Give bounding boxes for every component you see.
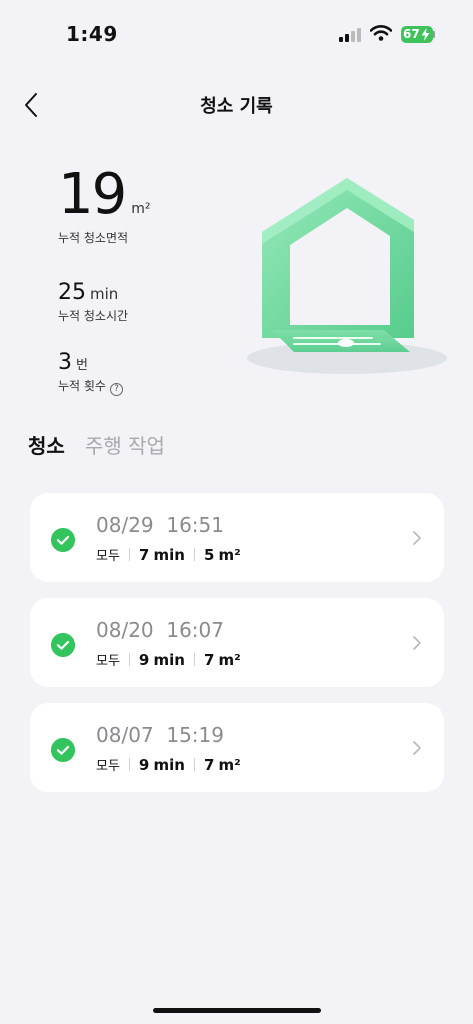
record-meta: 모두 7 min 5 m² bbox=[96, 545, 241, 565]
stat-count: 3번 누적 횟수? bbox=[58, 350, 123, 396]
record-card[interactable]: 08/20 16:07 모두 9 min 7 m² bbox=[30, 598, 444, 687]
separator bbox=[193, 548, 195, 561]
record-duration-unit: min bbox=[153, 650, 185, 669]
record-card[interactable]: 08/29 16:51 모두 7 min 5 m² bbox=[30, 493, 444, 582]
chevron-right-icon bbox=[413, 741, 421, 755]
record-mode: 모두 bbox=[96, 759, 120, 774]
stat-time-unit: min bbox=[90, 285, 119, 303]
separator bbox=[193, 653, 195, 666]
record-duration: 9 bbox=[138, 755, 150, 774]
stat-area-label: 누적 청소면적 bbox=[58, 231, 129, 245]
record-duration-unit: min bbox=[153, 755, 185, 774]
record-area-unit: m² bbox=[218, 545, 241, 564]
record-time: 16:51 bbox=[166, 513, 224, 537]
status-bar: 1:49 67 bbox=[0, 0, 473, 70]
stat-time-label: 누적 청소시간 bbox=[58, 309, 129, 323]
chevron-right-icon bbox=[413, 636, 421, 650]
record-date: 08/29 bbox=[96, 513, 154, 537]
battery-tip bbox=[433, 31, 435, 38]
check-icon bbox=[51, 528, 75, 552]
stat-time-value: 25 bbox=[58, 280, 86, 305]
record-area: 7 bbox=[203, 650, 215, 669]
record-mode: 모두 bbox=[96, 654, 120, 669]
record-duration-unit: min bbox=[153, 545, 185, 564]
record-date: 08/20 bbox=[96, 618, 154, 642]
record-duration: 9 bbox=[138, 650, 150, 669]
record-card[interactable]: 08/07 15:19 모두 9 min 7 m² bbox=[30, 703, 444, 792]
cellular-signal-icon bbox=[339, 28, 363, 42]
page-title: 청소 기록 bbox=[200, 96, 273, 117]
stat-count-value: 3 bbox=[58, 350, 72, 375]
status-time: 1:49 bbox=[66, 22, 118, 46]
check-icon bbox=[51, 633, 75, 657]
stat-count-label: 누적 횟수? bbox=[58, 377, 123, 396]
charging-bolt-icon bbox=[421, 28, 430, 41]
header: 청소 기록 bbox=[0, 80, 473, 130]
stat-count-label-text: 누적 횟수 bbox=[58, 379, 106, 393]
record-time: 16:07 bbox=[166, 618, 224, 642]
record-datetime: 08/07 15:19 bbox=[96, 723, 224, 747]
record-datetime: 08/29 16:51 bbox=[96, 513, 224, 537]
stat-count-unit: 번 bbox=[76, 358, 88, 373]
info-icon[interactable]: ? bbox=[109, 383, 123, 396]
separator bbox=[193, 758, 195, 771]
stat-area: 19 m² 누적 청소면적 bbox=[58, 162, 151, 246]
record-datetime: 08/20 16:07 bbox=[96, 618, 224, 642]
record-area: 5 bbox=[203, 545, 215, 564]
record-mode: 모두 bbox=[96, 549, 120, 564]
record-area: 7 bbox=[203, 755, 215, 774]
tab-cleaning[interactable]: 청소 bbox=[28, 430, 65, 459]
record-duration: 7 bbox=[138, 545, 150, 564]
record-area-unit: m² bbox=[218, 755, 241, 774]
check-icon bbox=[51, 738, 75, 762]
battery-level: 67 bbox=[403, 27, 420, 41]
record-meta: 모두 9 min 7 m² bbox=[96, 650, 241, 670]
wifi-icon bbox=[370, 25, 392, 41]
record-area-unit: m² bbox=[218, 650, 241, 669]
chevron-right-icon bbox=[413, 531, 421, 545]
stat-area-unit: m² bbox=[131, 201, 151, 217]
tab-driving-task[interactable]: 주행 작업 bbox=[85, 430, 165, 459]
home-indicator[interactable] bbox=[153, 1008, 321, 1013]
back-button[interactable] bbox=[20, 91, 44, 119]
separator bbox=[128, 758, 130, 771]
record-time: 15:19 bbox=[166, 723, 224, 747]
separator bbox=[128, 653, 130, 666]
stat-time: 25 min 누적 청소시간 bbox=[58, 280, 128, 324]
stat-area-value: 19 bbox=[58, 162, 127, 227]
house-illustration bbox=[247, 178, 447, 374]
separator bbox=[128, 548, 130, 561]
record-meta: 모두 9 min 7 m² bbox=[96, 755, 241, 775]
record-date: 08/07 bbox=[96, 723, 154, 747]
